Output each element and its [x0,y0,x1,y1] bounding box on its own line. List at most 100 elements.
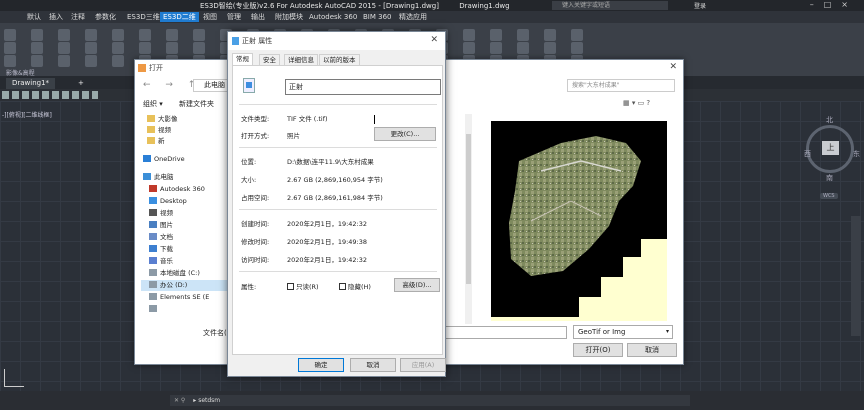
view-options-icon[interactable]: ▦ ▾ ▭ ? [623,99,650,107]
ribbon-tool-icon[interactable] [571,42,583,54]
advanced-button[interactable]: 高级(D)... [394,278,440,292]
organize-button[interactable]: 组织 ▾ [143,99,163,109]
ribbon-tab[interactable]: 输出 [248,12,268,22]
close-icon[interactable]: ✕ [430,35,438,45]
nav-item[interactable]: 图片 [141,220,229,231]
wcs-menu[interactable]: WCS [820,193,838,199]
ribbon-tab[interactable]: ES3D三维 [124,12,163,22]
ribbon-tab[interactable]: 注释 [68,12,88,22]
ribbon-tab[interactable]: 默认 [24,12,44,22]
ribbon-tab[interactable]: 视图 [200,12,220,22]
viewcube-top-face[interactable]: 上 [822,141,839,155]
hidden-checkbox[interactable]: 隐藏(H) [339,281,371,291]
ribbon-tab[interactable]: 管理 [224,12,244,22]
ribbon-tool-icon[interactable] [139,29,151,41]
ribbon-tool-icon[interactable] [571,29,583,41]
properties-tab[interactable]: 安全 [259,54,280,65]
ribbon-tool-icon[interactable] [517,29,529,41]
nav-item[interactable]: Desktop [141,196,229,207]
scrollbar-thumb[interactable] [466,134,471,284]
apply-button[interactable]: 应用(A) [400,358,446,372]
toolbar-icons[interactable] [2,91,98,99]
command-line[interactable]: ✕ ⚲ ▸ setdsm [170,395,690,406]
ribbon-tool-icon[interactable] [85,55,97,67]
ribbon-tab[interactable]: Autodesk 360 [306,12,360,22]
nav-item[interactable]: 办公 (D:) [141,280,229,291]
ribbon-tool-icon[interactable] [112,29,124,41]
ribbon-tool-icon[interactable] [58,29,70,41]
ribbon-tool-icon[interactable] [112,55,124,67]
properties-tab[interactable]: 常规 [232,53,253,65]
window-controls[interactable]: –□× [810,0,858,9]
ribbon-tab[interactable]: 附加模块 [272,12,306,22]
search-input[interactable]: 搜索"大东村成果" [567,79,675,92]
viewcube-north[interactable]: 北 [826,115,833,125]
ribbon-tool-icon[interactable] [31,29,43,41]
filename-field[interactable]: 正射 [285,79,441,95]
viewport-label[interactable]: -][俯视][二维线框] [2,110,52,119]
sign-in-button[interactable]: 登录 [694,1,706,10]
ribbon-tool-icon[interactable] [166,29,178,41]
add-tab-button[interactable]: + [72,78,90,89]
nav-item[interactable] [141,304,229,315]
nav-item[interactable]: 新 [141,136,229,147]
ribbon-tab[interactable]: BIM 360 [360,12,395,22]
nav-item[interactable]: 本地磁盘 (C:) [141,268,229,279]
ribbon-tool-icon[interactable] [31,42,43,54]
help-search-input[interactable]: 键入关键字或短语 [552,1,668,10]
ribbon-tool-icon[interactable] [31,55,43,67]
nav-item[interactable]: 音乐 [141,256,229,267]
ribbon-tool-icon[interactable] [58,55,70,67]
scrollbar[interactable] [465,114,472,324]
ok-button[interactable]: 确定 [298,358,344,372]
open-button[interactable]: 打开(O) [573,343,623,357]
ribbon-tab[interactable]: 参数化 [92,12,119,22]
ribbon-tool-icon[interactable] [85,42,97,54]
ribbon-tool-icon[interactable] [544,29,556,41]
nav-item[interactable]: 视频 [141,125,229,136]
change-button[interactable]: 更改(C)... [374,127,436,141]
nav-item[interactable]: 大影像 [141,114,229,125]
viewcube[interactable]: 上 [806,125,854,173]
ribbon-tool-icon[interactable] [517,42,529,54]
ribbon-tool-icon[interactable] [58,42,70,54]
nav-item[interactable]: Elements SE (E [141,292,229,303]
nav-item[interactable]: 文档 [141,232,229,243]
properties-tab[interactable]: 以前的版本 [319,54,360,65]
ribbon-tool-icon[interactable] [112,42,124,54]
ribbon-tool-icon[interactable] [139,42,151,54]
ribbon-tool-icon[interactable] [193,29,205,41]
ribbon-tab[interactable]: ES3D二维 [160,12,199,22]
nav-item[interactable]: Autodesk 360 [141,184,229,195]
viewcube-west[interactable]: 西 [804,149,811,159]
new-folder-button[interactable]: 新建文件夹 [179,99,214,109]
nav-item[interactable]: 此电脑 [141,172,229,183]
cancel-button[interactable]: 取消 [350,358,396,372]
ribbon-tool-icon[interactable] [490,42,502,54]
ribbon-tool-icon[interactable] [193,42,205,54]
cancel-button[interactable]: 取消 [627,343,677,357]
ribbon-tab[interactable]: 精选应用 [396,12,430,22]
viewcube-south[interactable]: 南 [826,173,833,183]
nav-item[interactable]: OneDrive [141,154,229,165]
nav-item[interactable]: 下载 [141,244,229,255]
close-icon[interactable]: ✕ [669,62,677,72]
ribbon-tool-icon[interactable] [490,29,502,41]
navigation-bar[interactable] [851,216,861,336]
ribbon-tool-icon[interactable] [4,29,16,41]
ribbon-tool-icon[interactable] [463,29,475,41]
ribbon-tool-icon[interactable] [544,42,556,54]
ribbon-tool-icon[interactable] [4,42,16,54]
tab-drawing1[interactable]: Drawing1* [6,78,56,89]
checkbox-box[interactable] [339,283,346,290]
properties-tab[interactable]: 详细信息 [284,54,318,65]
file-type-select[interactable]: GeoTif or Img ▾ [573,325,673,339]
command-line-controls[interactable]: ✕ ⚲ [174,397,185,404]
ribbon-tool-icon[interactable] [4,55,16,67]
viewcube-east[interactable]: 东 [853,149,860,159]
ribbon-tool-icon[interactable] [166,42,178,54]
readonly-checkbox[interactable]: 只读(R) [287,281,319,291]
checkbox-box[interactable] [287,283,294,290]
ribbon-tool-icon[interactable] [85,29,97,41]
nav-item[interactable]: 视频 [141,208,229,219]
